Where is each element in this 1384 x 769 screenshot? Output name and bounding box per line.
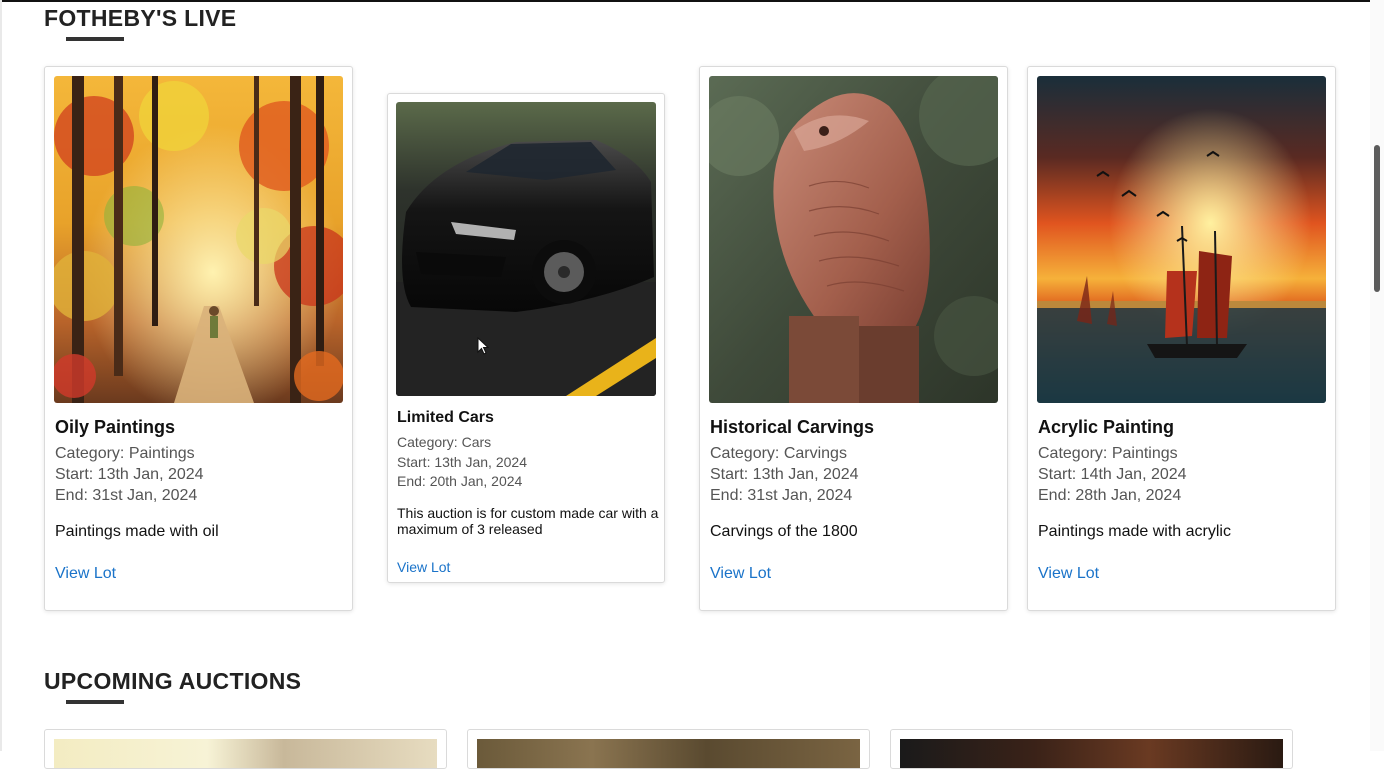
upcoming-section-title: UPCOMING AUCTIONS bbox=[44, 668, 302, 694]
auction-title: Oily Paintings bbox=[55, 417, 176, 437]
auction-image-oily-paintings[interactable] bbox=[54, 76, 343, 403]
auction-description: Carvings of the 1800 bbox=[710, 523, 858, 540]
upcoming-auction-card[interactable] bbox=[890, 729, 1293, 769]
upcoming-auction-image bbox=[54, 739, 437, 768]
auction-start-date: Start: 13th Jan, 2024 bbox=[55, 466, 204, 483]
auction-image-acrylic-painting[interactable] bbox=[1037, 76, 1326, 403]
auction-start-date: Start: 13th Jan, 2024 bbox=[710, 466, 859, 483]
auction-title: Historical Carvings bbox=[710, 417, 875, 437]
auction-category: Category: Carvings bbox=[710, 445, 847, 462]
window-top-border bbox=[0, 0, 1384, 2]
auction-title: Limited Cars bbox=[397, 409, 494, 426]
view-lot-link[interactable]: View Lot bbox=[710, 565, 771, 583]
upcoming-auction-image bbox=[477, 739, 860, 768]
view-lot-link[interactable]: View Lot bbox=[1038, 565, 1099, 583]
auction-end-date: End: 31st Jan, 2024 bbox=[710, 487, 853, 504]
auction-end-date: End: 28th Jan, 2024 bbox=[1038, 487, 1182, 504]
auction-description: Paintings made with acrylic bbox=[1038, 523, 1231, 540]
auction-card-historical-carvings: Historical Carvings Category: Carvings S… bbox=[699, 66, 1008, 611]
window-left-edge bbox=[0, 0, 2, 751]
page-scrollbar-thumb[interactable] bbox=[1374, 145, 1380, 292]
auction-category: Category: Paintings bbox=[1038, 445, 1178, 462]
auction-description: This auction is for custom made car with… bbox=[397, 505, 659, 537]
auction-image-historical-carvings[interactable] bbox=[709, 76, 998, 403]
view-lot-link[interactable]: View Lot bbox=[397, 559, 450, 575]
live-section-title: FOTHEBY'S LIVE bbox=[44, 5, 237, 31]
upcoming-auction-image bbox=[900, 739, 1283, 768]
mouse-pointer-icon bbox=[477, 337, 489, 355]
auction-end-date: End: 31st Jan, 2024 bbox=[55, 487, 198, 504]
auction-card-oily-paintings: Oily Paintings Category: Paintings Start… bbox=[44, 66, 353, 611]
auction-category: Category: Paintings bbox=[55, 445, 195, 462]
auction-image-limited-cars[interactable] bbox=[396, 102, 656, 396]
page-scrollbar-track[interactable] bbox=[1370, 0, 1384, 751]
auction-category: Category: Cars bbox=[397, 434, 492, 450]
upcoming-auction-card[interactable] bbox=[467, 729, 870, 769]
auction-description: Paintings made with oil bbox=[55, 523, 219, 540]
auction-end-date: End: 20th Jan, 2024 bbox=[397, 473, 523, 489]
upcoming-section-underline bbox=[66, 700, 124, 704]
upcoming-auction-card[interactable] bbox=[44, 729, 447, 769]
live-section-underline bbox=[66, 37, 124, 41]
auction-start-date: Start: 13th Jan, 2024 bbox=[397, 454, 527, 470]
auction-card-acrylic-painting: Acrylic Painting Category: Paintings Sta… bbox=[1027, 66, 1336, 611]
auction-title: Acrylic Painting bbox=[1038, 417, 1175, 437]
auction-start-date: Start: 14th Jan, 2024 bbox=[1038, 466, 1187, 483]
view-lot-link[interactable]: View Lot bbox=[55, 565, 116, 583]
auction-card-limited-cars: Limited Cars Category: Cars Start: 13th … bbox=[387, 93, 665, 583]
